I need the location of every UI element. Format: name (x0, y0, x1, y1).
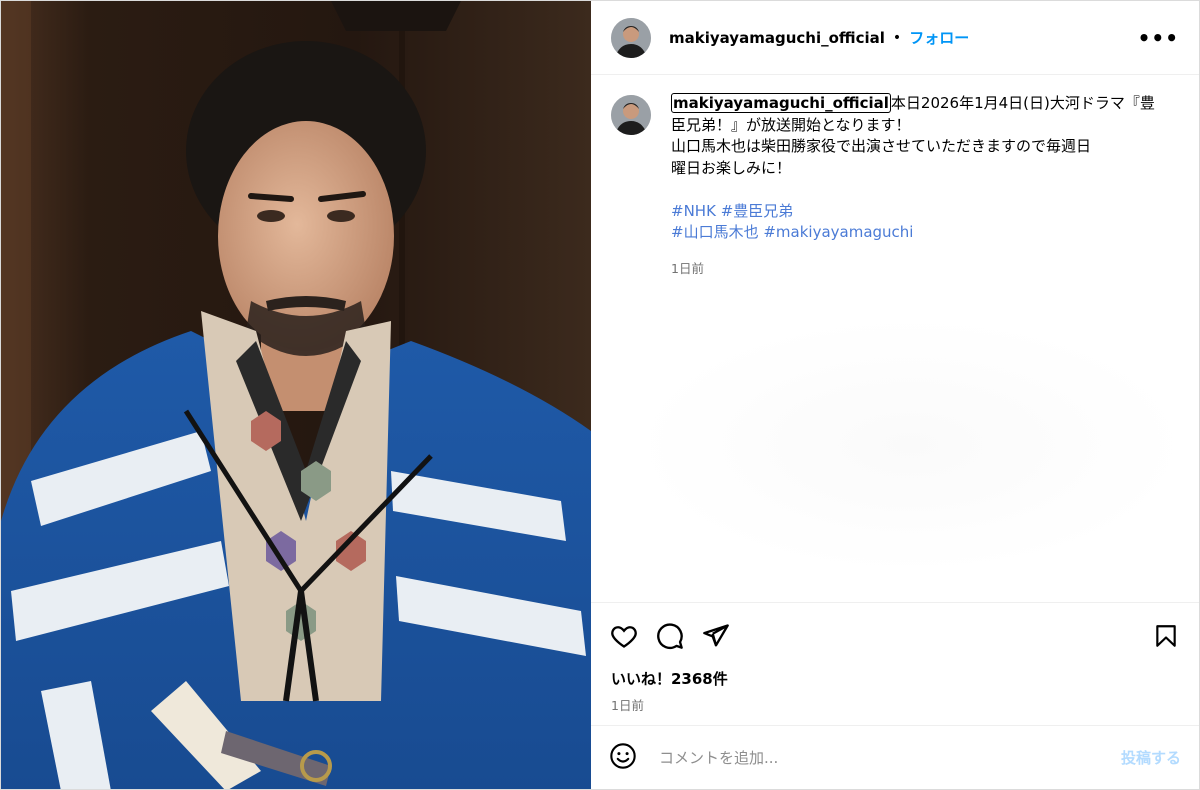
comments-area: makiyayamaguchi_official 本日2026年1月4日(日)大河… (591, 75, 1199, 602)
follow-button[interactable]: フォロー (909, 27, 969, 48)
post-photo[interactable] (1, 1, 591, 789)
hashtag-makiyayamaguchi[interactable]: #makiyayamaguchi (763, 223, 913, 241)
post-timestamp[interactable]: 1日前 (591, 689, 1199, 725)
post-comment-button[interactable]: 投稿する (1121, 747, 1181, 768)
action-bar (591, 602, 1199, 668)
more-options-icon[interactable]: ••• (1138, 26, 1179, 50)
caption-username[interactable]: makiyayamaguchi_official (671, 93, 891, 113)
comment-input[interactable] (657, 747, 1121, 768)
emoji-smile-icon[interactable] (609, 742, 637, 774)
comment-form: 投稿する (591, 725, 1199, 789)
bookmark-icon[interactable] (1151, 621, 1181, 651)
like-count[interactable]: いいね！2368件 (591, 668, 1199, 689)
post-modal: makiyayamaguchi_official • フォロー ••• maki… (0, 0, 1200, 790)
hashtag-yamaguchi[interactable]: #山口馬木也 (671, 223, 759, 241)
photo-illustration (1, 1, 591, 789)
caption-text: makiyayamaguchi_official 本日2026年1月4日(日)大河… (671, 93, 1161, 244)
caption-line-4: 曜日お楽しみに！ (671, 158, 792, 177)
caption-row: makiyayamaguchi_official 本日2026年1月4日(日)大河… (611, 93, 1179, 277)
heart-icon[interactable] (609, 621, 639, 651)
paper-plane-icon[interactable] (701, 621, 731, 651)
caption-timestamp[interactable]: 1日前 (671, 258, 1161, 277)
watermark-ghost (631, 315, 1191, 575)
caption-line-3: 山口馬木也は柴田勝家役で出演させていただきますので毎週日 (671, 137, 1092, 155)
author-avatar[interactable] (611, 17, 651, 58)
caption-line-1: 本日2026年1月4日(日)大河ドラマ『豊 (890, 94, 1155, 112)
post-header: makiyayamaguchi_official • フォロー ••• (591, 1, 1199, 75)
hashtag-toyotomi[interactable]: #豊臣兄弟 (721, 202, 794, 220)
author-username[interactable]: makiyayamaguchi_official (669, 29, 885, 47)
post-side-panel: makiyayamaguchi_official • フォロー ••• maki… (591, 1, 1199, 789)
caption-line-2: 臣兄弟！』が放送開始となります！ (671, 115, 911, 134)
hashtag-nhk[interactable]: #NHK (671, 202, 716, 220)
caption-avatar[interactable] (611, 95, 651, 135)
comment-bubble-icon[interactable] (655, 621, 685, 651)
header-separator: • (892, 29, 902, 46)
